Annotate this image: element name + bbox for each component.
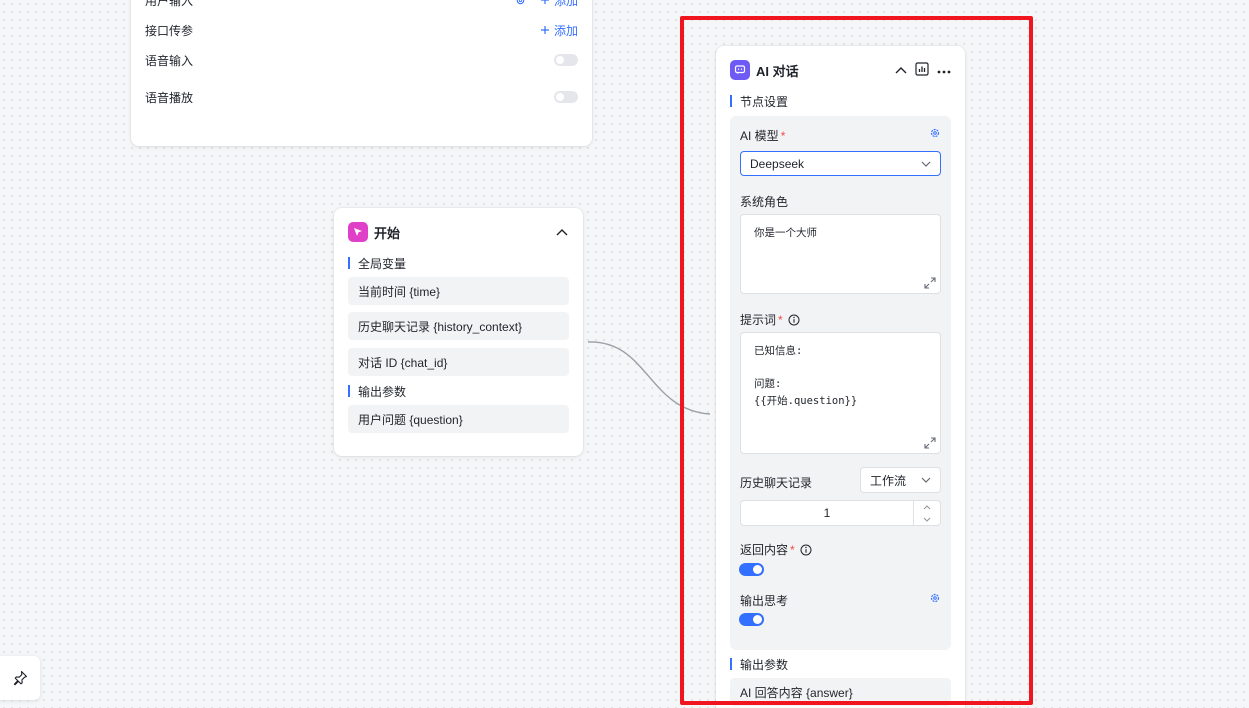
api-param-label: 接口传参	[145, 23, 194, 38]
info-icon[interactable]	[800, 544, 812, 556]
expand-icon[interactable]	[924, 277, 936, 289]
history-count-input[interactable]: 1	[740, 500, 941, 526]
ai-output-params-section-label: 输出参数	[730, 657, 788, 672]
return-content-toggle[interactable]	[739, 563, 764, 576]
expand-icon[interactable]	[924, 437, 936, 449]
model-select-value: Deepseek	[750, 156, 805, 171]
ai-node-icon	[730, 60, 750, 80]
chevron-down-icon	[921, 161, 931, 167]
bar-chart-icon	[915, 61, 929, 76]
more-button[interactable]	[937, 63, 951, 77]
ai-node-header: AI 对话	[730, 60, 951, 80]
prompt-text: 已知信息: 问题: {{开始.question}}	[754, 345, 858, 407]
more-horizontal-icon	[937, 70, 951, 74]
chevron-up-icon[interactable]	[923, 504, 931, 510]
user-input-add-button[interactable]: 添加	[515, 0, 578, 9]
number-stepper[interactable]	[913, 501, 940, 525]
node-settings-panel: AI 模型 * Deepseek 系统角色 你是一个大师 提示词 * 已知信息: 问…	[730, 116, 951, 650]
chat-bubble-icon	[734, 65, 746, 75]
model-label: AI 模型	[740, 129, 779, 143]
prompt-label: 提示词	[740, 313, 777, 327]
voice-play-row: 语音播放	[145, 87, 578, 107]
model-select[interactable]: Deepseek	[740, 151, 941, 176]
system-role-label: 系统角色	[740, 195, 789, 209]
chevron-up-icon	[895, 67, 907, 74]
info-icon[interactable]	[788, 314, 800, 326]
output-param-item: AI 回答内容 {answer}	[730, 678, 951, 706]
plus-icon	[540, 26, 549, 34]
model-label-row: AI 模型 *	[740, 127, 785, 144]
return-content-label-row: 返回内容 *	[740, 541, 812, 558]
canvas-tool-button[interactable]	[0, 656, 40, 700]
voice-play-toggle[interactable]	[554, 91, 578, 103]
voice-input-row: 语音输入	[145, 50, 578, 70]
output-thinking-toggle[interactable]	[739, 613, 764, 626]
start-node-icon	[348, 222, 368, 242]
global-var-item: 当前时间 {time}	[348, 277, 569, 305]
history-source-select[interactable]: 工作流	[860, 467, 941, 493]
history-label: 历史聊天记录	[740, 476, 813, 490]
stats-button[interactable]	[915, 61, 929, 79]
start-node-header: 开始	[348, 222, 569, 242]
cursor-icon	[354, 228, 362, 236]
return-content-label: 返回内容	[740, 543, 789, 557]
prompt-textarea[interactable]: 已知信息: 问题: {{开始.question}}	[740, 332, 941, 454]
api-param-add-label: 添加	[553, 23, 578, 38]
output-thinking-label: 输出思考	[740, 594, 789, 608]
global-var-item: 对话 ID {chat_id}	[348, 348, 569, 376]
collapse-button[interactable]	[895, 63, 907, 77]
node-settings-section-label: 节点设置	[730, 94, 788, 109]
chevron-down-icon	[921, 477, 931, 483]
api-param-row: 接口传参 添加	[145, 20, 578, 40]
input-settings-node: 用户输入 添加 接口传参 添加 语音输入 语音播放	[131, 0, 592, 146]
model-settings-button[interactable]	[929, 127, 941, 142]
start-node[interactable]: 开始 全局变量 当前时间 {time} 历史聊天记录 {history_cont…	[334, 208, 583, 456]
prompt-label-row: 提示词 *	[740, 311, 800, 328]
gear-icon[interactable]	[515, 0, 526, 6]
api-param-add-button[interactable]: 添加	[540, 22, 578, 39]
plus-icon	[540, 0, 549, 4]
ai-chat-node[interactable]: AI 对话 节点设置 AI 模型* Deepseek 系统角色 你是一个大师	[716, 46, 965, 708]
global-var-item: 历史聊天记录 {history_context}	[348, 312, 569, 340]
gear-icon	[930, 593, 940, 603]
ai-node-title: AI 对话	[756, 63, 799, 79]
voice-play-label: 语音播放	[145, 90, 194, 105]
edge-connector[interactable]	[588, 335, 718, 420]
required-mark: *	[778, 312, 783, 327]
pin-icon	[13, 670, 28, 686]
output-param-item: 用户问题 {question}	[348, 405, 569, 433]
history-source-value: 工作流	[870, 473, 907, 488]
chevron-down-icon[interactable]	[923, 517, 931, 522]
user-input-label: 用户输入	[145, 0, 194, 8]
gear-icon	[930, 128, 940, 138]
history-count-value: 1	[823, 506, 831, 520]
system-role-text: 你是一个大师	[754, 227, 817, 239]
output-params-section-label: 输出参数	[348, 384, 406, 399]
chevron-up-icon	[556, 229, 568, 236]
collapse-button[interactable]	[555, 225, 569, 239]
required-mark: *	[790, 542, 795, 557]
voice-input-toggle[interactable]	[554, 54, 578, 66]
required-mark: *	[780, 128, 786, 143]
voice-input-label: 语音输入	[145, 53, 194, 68]
global-vars-section-label: 全局变量	[348, 256, 406, 271]
user-input-add-label: 添加	[553, 0, 578, 8]
start-node-title: 开始	[374, 225, 401, 241]
system-role-textarea[interactable]: 你是一个大师	[740, 214, 941, 294]
thinking-settings-button[interactable]	[929, 592, 941, 607]
user-input-row: 用户输入 添加	[145, 0, 578, 10]
